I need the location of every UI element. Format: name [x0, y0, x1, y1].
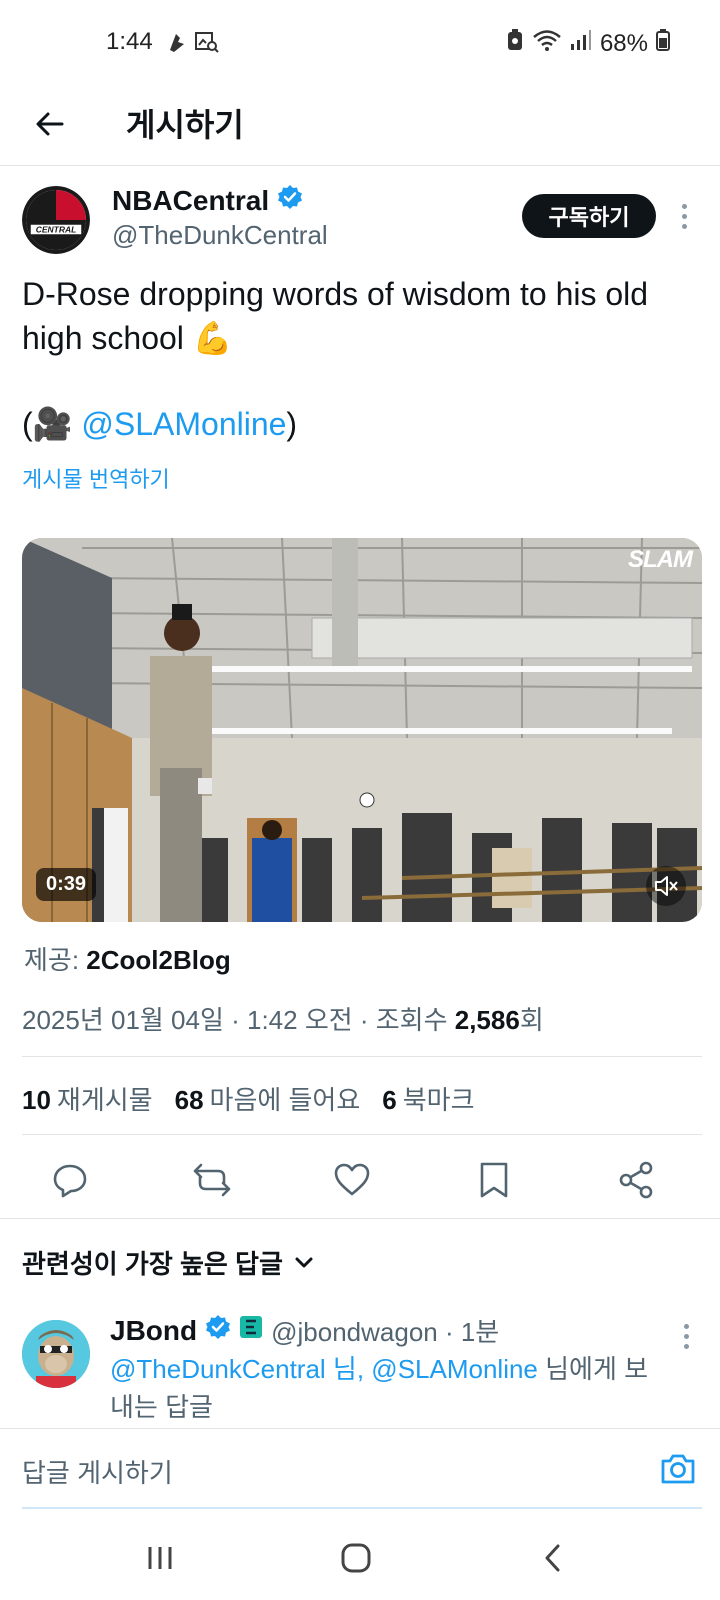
- reply-sort-label: 관련성이 가장 높은 답글: [22, 1249, 283, 1279]
- verified-badge-icon: [277, 184, 303, 217]
- mute-button[interactable]: [646, 866, 686, 906]
- verified-badge-icon: [205, 1314, 231, 1347]
- reply-input[interactable]: 답글 게시하기: [22, 1453, 173, 1490]
- page-title: 게시하기: [126, 107, 244, 143]
- home-button[interactable]: [328, 1536, 384, 1580]
- reply-to-mentions[interactable]: @TheDunkCentral 님, @SLAMonline: [110, 1354, 538, 1384]
- battery-percent: 68%: [599, 29, 648, 57]
- more-dot-icon: [681, 223, 687, 229]
- more-options-button[interactable]: [672, 198, 696, 234]
- author-avatar[interactable]: CENTRAL: [22, 186, 90, 254]
- reply-more-button[interactable]: [674, 1318, 698, 1354]
- repost-button[interactable]: [190, 1158, 234, 1202]
- repost-icon: [193, 1163, 231, 1197]
- bookmark-count: 6: [382, 1085, 397, 1115]
- reply-compose-bar: 답글 게시하기: [0, 1428, 720, 1510]
- divider: [22, 1134, 702, 1135]
- credit-prefix: (🎥: [22, 406, 82, 442]
- reply-header: JBond @jbondwagon · 1분: [110, 1312, 499, 1349]
- chevron-left-icon: [545, 1544, 560, 1572]
- gallery-search-icon: [194, 30, 220, 59]
- notification-icon: [166, 30, 188, 59]
- avatar-text: CENTRAL: [36, 225, 77, 235]
- camera-icon: [661, 1454, 695, 1484]
- section-divider: [0, 1218, 720, 1219]
- back-button[interactable]: [28, 102, 72, 146]
- provider-name[interactable]: 2Cool2Blog: [86, 945, 230, 975]
- like-label: 마음에 들어요: [209, 1085, 361, 1115]
- more-dot-icon: [681, 203, 687, 209]
- video-watermark: SLAM: [628, 546, 693, 573]
- speaker-muted-icon: [655, 876, 678, 896]
- bookmark-label: 북마크: [402, 1085, 475, 1115]
- reply-avatar[interactable]: [22, 1320, 90, 1388]
- more-dot-icon: [683, 1333, 689, 1339]
- divider: [22, 1056, 702, 1057]
- compose-underline: [22, 1507, 702, 1509]
- media-provider: 제공: 2Cool2Blog: [24, 940, 231, 977]
- repost-label: 재게시물: [56, 1085, 153, 1115]
- video-player[interactable]: SLAM 0:39: [22, 538, 702, 922]
- engagement-stats: 10 재게시물 68 마음에 들어요 6 북마크: [22, 1080, 475, 1117]
- view-count: 2,586: [454, 1005, 520, 1035]
- arrow-left-icon: [36, 112, 64, 136]
- action-bar: [0, 1148, 720, 1212]
- reply-button[interactable]: [48, 1158, 92, 1202]
- recent-apps-icon: [148, 1547, 172, 1569]
- translate-link[interactable]: 게시물 번역하기: [22, 462, 170, 494]
- author-name-text: NBACentral: [112, 184, 270, 216]
- reply-to-text: @TheDunkCentral 님, @SLAMonline 님에게 보내는 답…: [110, 1350, 670, 1426]
- author-name[interactable]: NBACentral: [112, 184, 303, 217]
- provider-label: 제공:: [24, 945, 87, 975]
- recycle-battery-icon: [506, 28, 524, 59]
- app-header: 게시하기: [0, 86, 720, 166]
- home-icon: [341, 1543, 371, 1573]
- like-count: 68: [174, 1085, 204, 1115]
- recent-apps-button[interactable]: [132, 1536, 188, 1580]
- share-button[interactable]: [614, 1158, 658, 1202]
- author-handle[interactable]: @TheDunkCentral: [112, 220, 328, 251]
- status-left-icons: [166, 30, 220, 59]
- subscribe-button[interactable]: 구독하기: [522, 194, 656, 238]
- like-button[interactable]: [330, 1158, 374, 1202]
- more-dot-icon: [683, 1343, 689, 1349]
- battery-icon: [656, 28, 670, 59]
- status-time: 1:44: [106, 28, 153, 55]
- video-duration: 0:39: [36, 868, 97, 901]
- signal-icon: [570, 28, 592, 59]
- status-right: 68%: [506, 28, 670, 59]
- tweet-credit: (🎥 @SLAMonline): [22, 402, 297, 446]
- bookmark-stat[interactable]: 6 북마크: [382, 1080, 474, 1117]
- reply-sort-dropdown[interactable]: 관련성이 가장 높은 답글: [22, 1244, 315, 1281]
- chevron-down-icon: [295, 1257, 313, 1267]
- reply-author-handle[interactable]: @jbondwagon · 1분: [271, 1312, 499, 1349]
- reply-author-name[interactable]: JBond: [110, 1315, 197, 1347]
- tweet-meta: 2025년 01월 04일 · 1:42 오전 · 조회수 2,586회: [22, 1000, 544, 1037]
- more-dot-icon: [681, 213, 687, 219]
- more-dot-icon: [683, 1323, 689, 1329]
- credit-suffix: ): [286, 406, 298, 442]
- share-icon: [619, 1161, 653, 1199]
- credit-link[interactable]: @SLAMonline: [81, 406, 286, 442]
- comment-icon: [53, 1164, 87, 1198]
- video-frame: [22, 538, 702, 922]
- heart-icon: [334, 1163, 370, 1196]
- status-bar: 1:44 68%: [0, 0, 720, 86]
- repost-count: 10: [22, 1085, 51, 1115]
- view-suffix: 회: [519, 1005, 544, 1035]
- system-nav-bar: [0, 1516, 720, 1600]
- affiliate-badge-icon: [239, 1315, 263, 1346]
- tweet-date: 2025년 01월 04일 · 1:42 오전 · 조회수: [22, 1005, 455, 1035]
- repost-stat[interactable]: 10 재게시물: [22, 1080, 153, 1117]
- system-back-button[interactable]: [526, 1536, 582, 1580]
- like-stat[interactable]: 68 마음에 들어요: [175, 1080, 361, 1117]
- wifi-icon: [532, 28, 562, 59]
- bookmark-icon: [480, 1162, 508, 1198]
- bookmark-button[interactable]: [472, 1158, 516, 1202]
- tweet-text: D-Rose dropping words of wisdom to his o…: [22, 276, 649, 356]
- camera-button[interactable]: [658, 1449, 698, 1489]
